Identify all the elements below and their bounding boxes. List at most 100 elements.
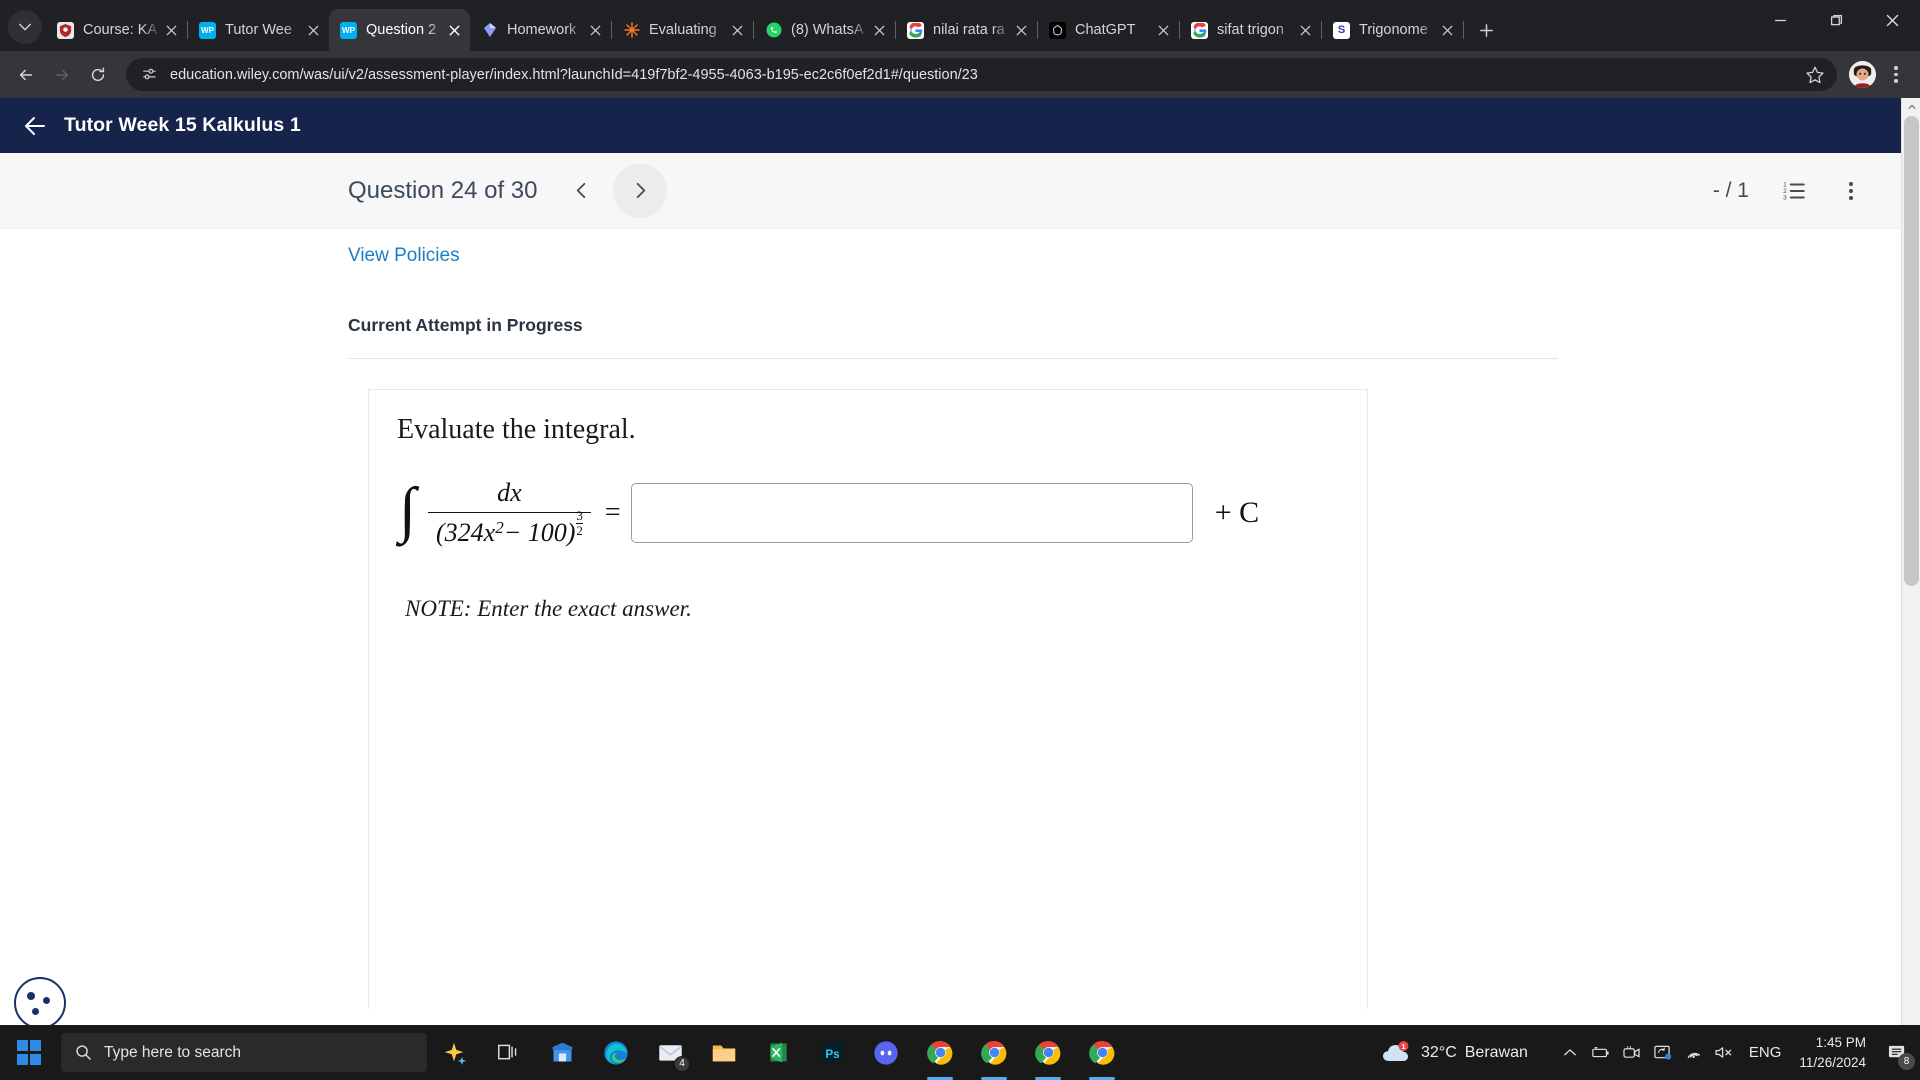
page-title: Tutor Week 15 Kalkulus 1	[64, 114, 301, 136]
edge-icon[interactable]	[592, 1030, 640, 1076]
tab-title: nilai rata ra	[933, 22, 1005, 38]
page-scrollbar[interactable]	[1901, 98, 1920, 1053]
clock-time: 1:45 PM	[1815, 1034, 1866, 1050]
copilot-icon[interactable]	[430, 1030, 478, 1076]
tab-title: Evaluating	[649, 22, 717, 38]
excel-icon[interactable]	[754, 1030, 802, 1076]
browser-menu-button[interactable]	[1882, 60, 1910, 90]
tab-close-button[interactable]	[586, 21, 605, 40]
browser-tab-active[interactable]: WP Question 2	[329, 9, 470, 51]
wifi-glyph	[1688, 1052, 1701, 1059]
mail-icon[interactable]: 4	[646, 1030, 694, 1076]
browser-tab[interactable]: nilai rata ra	[896, 9, 1037, 51]
reload-icon	[91, 67, 105, 81]
page-content: Tutor Week 15 Kalkulus 1 Question 24 of …	[0, 98, 1920, 1053]
back-arrow-icon[interactable]	[22, 113, 48, 139]
tab-close-button[interactable]	[1296, 21, 1315, 40]
browser-tab[interactable]: S Trigonome	[1322, 9, 1463, 51]
notification-center-button[interactable]: 8	[1880, 1030, 1915, 1076]
profile-avatar[interactable]	[1849, 61, 1876, 88]
svg-text:3: 3	[1783, 194, 1787, 201]
question-more-menu-button[interactable]	[1839, 179, 1863, 203]
chrome-icon-2[interactable]	[970, 1030, 1018, 1076]
wifi-icon[interactable]	[1680, 1038, 1708, 1068]
view-policies-link[interactable]: View Policies	[348, 245, 460, 267]
file-explorer-icon[interactable]	[700, 1030, 748, 1076]
discord-icon[interactable]	[862, 1030, 910, 1076]
camera-icon[interactable]	[1618, 1038, 1646, 1068]
close-icon	[1016, 24, 1027, 36]
close-icon	[1300, 24, 1311, 36]
scrollbar-thumb[interactable]	[1904, 116, 1919, 586]
tab-close-button[interactable]	[304, 21, 323, 40]
taskbar-search-box[interactable]: Type here to search	[61, 1033, 427, 1072]
tab-close-button[interactable]	[728, 21, 747, 40]
tune-icon	[142, 68, 156, 80]
browser-tab[interactable]: WP Tutor Wee	[188, 9, 329, 51]
screenshot-glyph	[1654, 1045, 1672, 1060]
tab-close-button[interactable]	[1012, 21, 1031, 40]
tab-search-button[interactable]	[8, 10, 42, 44]
browser-tab[interactable]: ChatGPT	[1038, 9, 1179, 51]
tab-close-button[interactable]	[1154, 21, 1173, 40]
clock-widget[interactable]: 1:45 PM 11/26/2024	[1791, 1033, 1880, 1072]
reload-button[interactable]	[82, 59, 114, 91]
tab-favicon-homework	[481, 22, 498, 39]
new-tab-button[interactable]	[1470, 14, 1502, 46]
bookmark-star-icon[interactable]	[1805, 65, 1825, 85]
denominator-exponent: 2	[495, 518, 504, 538]
tab-title: sifat trigon	[1217, 22, 1284, 38]
tab-close-button[interactable]	[1438, 21, 1457, 40]
minimize-button[interactable]	[1752, 0, 1808, 40]
tab-favicon-chatgpt	[1049, 21, 1066, 39]
plus-icon	[1479, 23, 1493, 37]
fraction-numerator: dx	[497, 478, 522, 507]
weather-widget[interactable]: 1 32°C Berawan	[1371, 1030, 1538, 1076]
browser-tab[interactable]: sifat trigon	[1180, 9, 1321, 51]
camera-glyph	[1623, 1046, 1641, 1058]
start-button[interactable]	[6, 1030, 52, 1076]
chrome-icon-1[interactable]	[916, 1030, 964, 1076]
close-window-button[interactable]	[1864, 0, 1920, 40]
language-indicator[interactable]: ENG	[1739, 1044, 1792, 1061]
tab-close-button[interactable]	[162, 21, 181, 40]
show-hidden-icons-button[interactable]	[1556, 1038, 1584, 1068]
browser-tab[interactable]: (8) WhatsA	[754, 9, 895, 51]
arrow-left-icon	[25, 116, 45, 135]
question-list-button[interactable]: 123	[1781, 178, 1807, 204]
maximize-button[interactable]	[1808, 0, 1864, 40]
question-card: Evaluate the integral. ∫ dx (324x 2 − 100…	[368, 389, 1368, 1009]
integral-sign: ∫	[399, 476, 416, 545]
browser-tab[interactable]: Evaluating	[612, 9, 753, 51]
forward-button[interactable]	[46, 59, 78, 91]
chrome-icon-4[interactable]	[1078, 1030, 1126, 1076]
microsoft-store-icon[interactable]	[538, 1030, 586, 1076]
next-question-button[interactable]	[613, 163, 668, 218]
volume-muted-icon[interactable]	[1711, 1038, 1739, 1068]
browser-tab[interactable]: Course: KA	[46, 9, 187, 51]
browser-tab[interactable]: Homework	[470, 9, 611, 51]
tab-favicon-whatsapp	[765, 22, 782, 39]
question-note: NOTE: Enter the exact answer.	[405, 596, 692, 622]
math-expression: ∫ dx (324x 2 − 100) 3 2 = + C	[397, 478, 1339, 548]
sparkle-icon	[444, 1042, 467, 1065]
chrome-glyph	[926, 1041, 952, 1065]
tab-close-button[interactable]	[870, 21, 889, 40]
question-bar-actions: - / 1 123	[1713, 178, 1863, 204]
back-button[interactable]	[10, 59, 42, 91]
previous-question-button[interactable]	[567, 177, 595, 205]
cookie-preferences-button[interactable]	[14, 977, 66, 1029]
address-bar[interactable]: education.wiley.com/was/ui/v2/assessment…	[126, 58, 1837, 91]
close-icon	[874, 24, 885, 36]
photoshop-icon[interactable]: Ps	[808, 1030, 856, 1076]
site-settings-icon[interactable]	[140, 66, 158, 84]
battery-icon[interactable]	[1587, 1038, 1615, 1068]
scroll-up-button[interactable]	[1902, 98, 1920, 116]
task-view-icon[interactable]	[484, 1030, 532, 1076]
chrome-icon-3[interactable]	[1024, 1030, 1072, 1076]
answer-input[interactable]	[630, 483, 1193, 544]
screenshot-icon[interactable]	[1649, 1038, 1677, 1068]
tray-icons	[1556, 1038, 1739, 1068]
avatar-icon	[1849, 61, 1876, 88]
tab-close-button[interactable]	[445, 21, 464, 40]
